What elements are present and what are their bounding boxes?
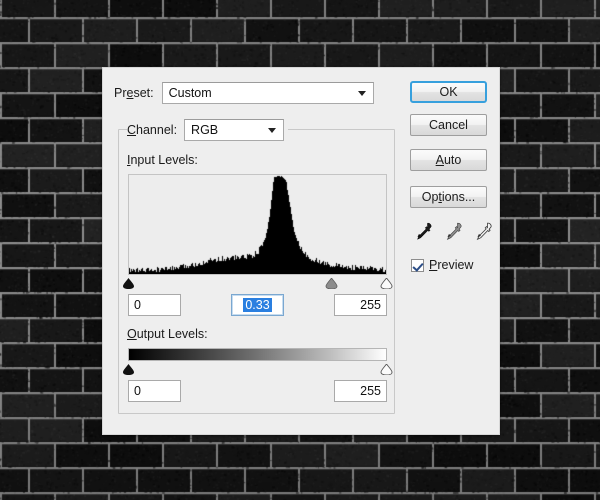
channel-value: RGB [191, 123, 218, 137]
preview-checkbox[interactable] [411, 259, 424, 272]
input-gamma-slider[interactable] [325, 278, 338, 289]
chevron-down-icon [358, 91, 366, 96]
output-black-point-value: 0 [134, 384, 141, 398]
options-button-label: Options... [422, 190, 476, 204]
levels-adjustment-dialog: Preset: Custom Channel: RGB Input Levels… [102, 67, 500, 435]
preset-value: Custom [169, 86, 212, 100]
preset-dropdown[interactable]: Custom [162, 82, 374, 104]
output-levels-label: Output Levels: [127, 328, 208, 341]
input-levels-slider-track[interactable] [128, 276, 387, 290]
levels-groupbox: Channel: RGB Input Levels: 0 0.33 [118, 129, 395, 414]
input-white-point-value: 255 [360, 298, 381, 312]
set-white-point-eyedropper[interactable] [472, 220, 494, 244]
output-levels-slider-track[interactable] [128, 362, 387, 376]
output-white-point-field[interactable]: 255 [334, 380, 387, 402]
cancel-button[interactable]: Cancel [410, 114, 487, 136]
ok-button-label: OK [439, 85, 457, 99]
preview-checkbox-row[interactable]: Preview [411, 259, 473, 272]
auto-button-label: Auto [436, 153, 462, 167]
input-gamma-value: 0.33 [243, 298, 271, 312]
set-black-point-eyedropper[interactable] [412, 220, 434, 244]
input-levels-label: Input Levels: [127, 154, 198, 167]
histogram-canvas [129, 175, 386, 274]
output-white-point-slider[interactable] [380, 364, 393, 375]
input-gamma-field[interactable]: 0.33 [231, 294, 284, 316]
preset-row: Preset: Custom [114, 81, 404, 105]
options-button[interactable]: Options... [410, 186, 487, 208]
channel-dropdown[interactable]: RGB [184, 119, 284, 141]
ok-button[interactable]: OK [410, 81, 487, 103]
output-black-point-slider[interactable] [122, 364, 135, 375]
input-white-point-field[interactable]: 255 [334, 294, 387, 316]
preset-label: Preset: [114, 87, 154, 100]
output-black-point-field[interactable]: 0 [128, 380, 181, 402]
histogram-panel [128, 174, 387, 275]
input-black-point-slider[interactable] [122, 278, 135, 289]
input-white-point-slider[interactable] [380, 278, 393, 289]
cancel-button-label: Cancel [429, 118, 468, 132]
auto-button[interactable]: Auto [410, 149, 487, 171]
channel-label: Channel: [127, 124, 177, 137]
input-black-point-value: 0 [134, 298, 141, 312]
eyedropper-group [412, 220, 492, 246]
channel-row: Channel: RGB [127, 119, 288, 141]
input-black-point-field[interactable]: 0 [128, 294, 181, 316]
set-gray-point-eyedropper[interactable] [442, 220, 464, 244]
chevron-down-icon [268, 128, 276, 133]
output-levels-gradient-bar [128, 348, 387, 361]
output-white-point-value: 255 [360, 384, 381, 398]
preview-label: Preview [429, 259, 473, 272]
